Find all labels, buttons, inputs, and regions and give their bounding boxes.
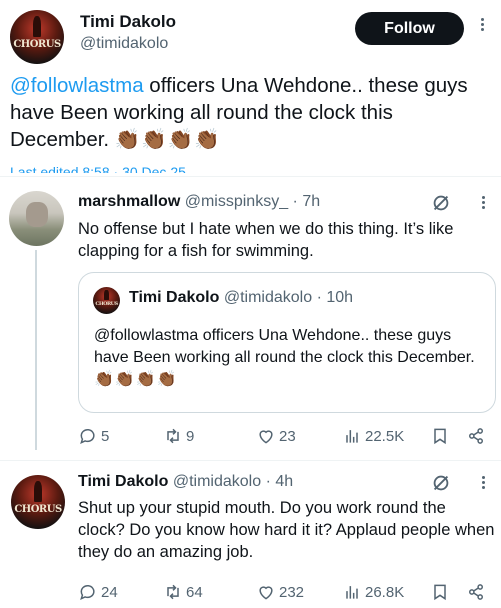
mention-link[interactable]: @followlastma (10, 74, 144, 97)
reply-author-name[interactable]: Timi Dakolo (78, 473, 168, 490)
main-avatar[interactable]: CHORUS (10, 10, 64, 64)
reply-avatar[interactable]: CHORUS (11, 475, 65, 529)
views-icon (346, 586, 358, 599)
like-button[interactable]: 23 (256, 424, 296, 448)
repost-button[interactable]: 64 (163, 580, 203, 604)
repost-button[interactable]: 9 (163, 424, 194, 448)
bookmark-button[interactable] (430, 424, 450, 448)
reply-icon (80, 584, 95, 601)
share-button[interactable] (466, 424, 486, 448)
reply-avatar[interactable] (9, 191, 64, 246)
bookmark-icon (434, 584, 446, 601)
reply-header: marshmallow @misspinksy_ · 7h (78, 193, 320, 211)
reply-time[interactable]: · 4h (266, 473, 294, 490)
share-icon (469, 584, 483, 600)
reply-button[interactable]: 5 (78, 424, 109, 448)
like-button[interactable]: 232 (256, 580, 304, 604)
action-bar: 24 64 232 26.8K (78, 580, 496, 604)
repost-icon (167, 584, 179, 600)
avatar-figure (32, 16, 42, 37)
reply-time[interactable]: · 7h (293, 193, 321, 210)
action-bar: 5 9 23 22.5K (78, 424, 496, 448)
reply-author-handle[interactable]: @timidakolo (173, 473, 261, 490)
avatar-logo-text: CHORUS (14, 503, 62, 515)
quoted-tweet[interactable]: CHORUS Timi Dakolo @timidakolo · 10h @fo… (78, 272, 496, 413)
views-count: 26.8K (365, 583, 405, 601)
reply-author-name[interactable]: marshmallow (78, 193, 180, 210)
follow-button[interactable]: Follow (355, 12, 464, 45)
clap-emoji: 👏🏾👏🏾👏🏾👏🏾 (94, 371, 178, 388)
reply-icon (80, 428, 95, 445)
avatar-figure (33, 481, 43, 502)
repost-icon (167, 428, 179, 444)
thread-line (35, 250, 37, 450)
share-button[interactable] (466, 580, 486, 604)
grok-icon[interactable] (430, 472, 452, 494)
share-icon (469, 428, 483, 444)
quote-body: @followlastma officers Una Wehdone.. the… (94, 327, 475, 366)
quote-author-handle: @timidakolo (223, 289, 313, 306)
author-handle[interactable]: @timidakolo (80, 35, 168, 53)
more-icon[interactable] (478, 474, 488, 496)
author-name[interactable]: Timi Dakolo (80, 12, 176, 32)
like-count: 23 (279, 427, 296, 445)
reply-count: 24 (101, 583, 118, 601)
quote-author-name: Timi Dakolo (129, 289, 220, 306)
avatar-figure (104, 290, 109, 301)
reply-header: Timi Dakolo @timidakolo · 4h (78, 473, 293, 491)
divider (0, 176, 501, 177)
views-button[interactable]: 22.5K (342, 424, 404, 448)
repost-count: 9 (186, 427, 195, 445)
views-count: 22.5K (365, 427, 405, 445)
repost-count: 64 (186, 583, 203, 601)
reply-text: No offense but I hate when we do this th… (78, 220, 454, 260)
clap-emoji: 👏🏾👏🏾👏🏾👏🏾 (114, 128, 221, 151)
like-count: 232 (279, 583, 305, 601)
more-icon[interactable] (478, 194, 488, 216)
reply-text: Shut up your stupid mouth. Do you work r… (78, 499, 495, 561)
avatar-photo-shape (25, 202, 48, 227)
avatar-logo-text: CHORUS (13, 38, 61, 50)
quote-avatar: CHORUS (93, 287, 120, 314)
grok-icon[interactable] (430, 192, 452, 214)
quote-text: @followlastma officers Una Wehdone.. the… (94, 325, 489, 391)
divider (0, 460, 501, 461)
last-edited-link[interactable]: Last edited 8:58 · 30 Dec 25 (10, 163, 186, 173)
more-icon[interactable] (476, 16, 488, 40)
views-icon (346, 430, 358, 443)
views-button[interactable]: 26.8K (342, 580, 404, 604)
quote-header: Timi Dakolo @timidakolo · 10h (129, 289, 353, 307)
like-icon (259, 430, 273, 444)
bookmark-icon (434, 428, 446, 445)
reply-count: 5 (101, 427, 110, 445)
like-icon (259, 586, 273, 600)
tweet-text: @followlastma officers Una Wehdone.. the… (10, 72, 495, 153)
avatar-logo-text: CHORUS (95, 300, 118, 307)
bookmark-button[interactable] (430, 580, 450, 604)
reply-button[interactable]: 24 (78, 580, 118, 604)
reply-author-handle[interactable]: @misspinksy_ (185, 193, 288, 210)
quote-time: · 10h (316, 289, 354, 306)
